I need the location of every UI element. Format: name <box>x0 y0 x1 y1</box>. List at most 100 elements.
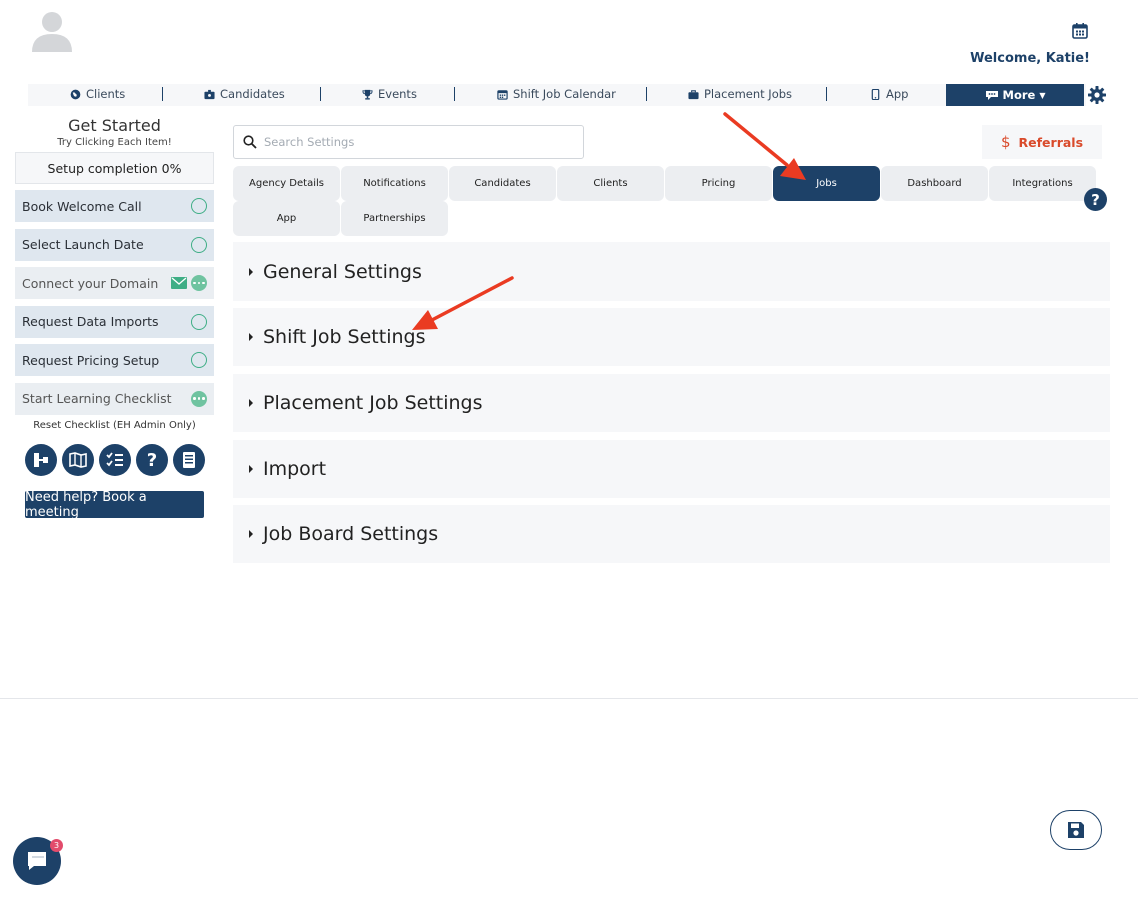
envelope-icon <box>171 277 187 289</box>
checklist-item-label: Request Pricing Setup <box>22 352 160 368</box>
tab-notifications[interactable]: Notifications <box>341 166 448 201</box>
save-button[interactable] <box>1050 810 1102 850</box>
section-title: Job Board Settings <box>263 523 439 545</box>
checklist-book-welcome-call[interactable]: Book Welcome Call <box>15 190 214 222</box>
caret-right-icon <box>249 267 253 276</box>
nav-candidates-label: Candidates <box>220 87 285 101</box>
nav-clients[interactable]: Clients <box>70 87 125 101</box>
document-icon[interactable] <box>173 444 205 476</box>
nav-divider <box>826 87 827 101</box>
checklist-icon[interactable] <box>99 444 131 476</box>
top-nav: Clients Candidates Events Shift Job Cale… <box>28 84 1086 106</box>
dollar-icon: $ <box>1000 133 1011 151</box>
book-meeting-button[interactable]: Need help? Book a meeting <box>25 490 204 520</box>
caret-right-icon <box>249 333 253 341</box>
nav-events[interactable]: Events <box>362 87 417 101</box>
referrals-button[interactable]: $ Referrals <box>982 125 1102 159</box>
section-title: Import <box>263 458 327 480</box>
checklist-start-learning[interactable]: Start Learning Checklist <box>15 382 214 415</box>
nav-divider <box>454 87 455 101</box>
resource-icons: ? <box>25 444 214 476</box>
nav-app-label: App <box>886 87 909 101</box>
setup-progress: Setup completion 0% <box>15 152 214 184</box>
briefcase-icon <box>688 89 699 99</box>
nav-shift-job-calendar[interactable]: Shift Job Calendar <box>497 87 616 101</box>
checklist-item-label: Start Learning Checklist <box>22 391 172 406</box>
incomplete-circle-icon <box>191 313 207 330</box>
search-settings[interactable]: Search Settings <box>233 125 584 159</box>
checklist-item-label: Request Data Imports <box>22 314 159 329</box>
sitemap-icon[interactable] <box>25 444 57 476</box>
sidebar-subtitle: Try Clicking Each Item! <box>57 137 172 148</box>
floppy-disk-icon <box>1068 822 1084 838</box>
get-started-sidebar: Get Started Try Clicking Each Item! Setu… <box>15 116 214 520</box>
caret-right-icon <box>249 530 253 538</box>
tab-agency-details[interactable]: Agency Details <box>233 166 340 201</box>
checklist-request-data-imports[interactable]: Request Data Imports <box>15 305 214 338</box>
question-icon[interactable]: ? <box>136 444 168 476</box>
tab-jobs[interactable]: Jobs <box>773 166 880 201</box>
nav-placement-jobs-label: Placement Jobs <box>704 87 793 101</box>
checklist-connect-domain[interactable]: Connect your Domain <box>15 267 214 299</box>
nav-candidates[interactable]: Candidates <box>204 87 285 101</box>
page-divider <box>0 698 1138 699</box>
caret-right-icon <box>249 399 253 407</box>
search-input[interactable]: Search Settings <box>264 135 354 149</box>
nav-placement-jobs[interactable]: Placement Jobs <box>688 87 792 101</box>
nav-divider <box>320 87 321 101</box>
in-progress-icon <box>191 390 207 407</box>
section-title: Placement Job Settings <box>263 392 483 414</box>
caret-down-icon: ▼ <box>1039 90 1046 100</box>
welcome-text: Welcome, Katie! <box>970 51 1090 66</box>
nav-shift-job-calendar-label: Shift Job Calendar <box>513 87 616 101</box>
tab-clients[interactable]: Clients <box>557 166 664 201</box>
reset-checklist-link[interactable]: Reset Checklist (EH Admin Only) <box>15 420 214 431</box>
nav-events-label: Events <box>378 87 417 101</box>
section-shift-job-settings[interactable]: Shift Job Settings <box>233 308 1110 366</box>
caret-right-icon <box>249 465 253 473</box>
tab-partnerships[interactable]: Partnerships <box>341 201 448 236</box>
sidebar-title: Get Started <box>68 116 161 135</box>
section-placement-job-settings[interactable]: Placement Job Settings <box>233 374 1110 432</box>
comments-icon <box>985 90 998 100</box>
in-progress-icon <box>191 275 207 291</box>
tab-app[interactable]: App <box>233 201 340 236</box>
checklist-select-launch-date[interactable]: Select Launch Date <box>15 228 214 261</box>
section-title: Shift Job Settings <box>263 326 426 348</box>
phone-icon <box>871 88 880 100</box>
tab-dashboard[interactable]: Dashboard <box>881 166 988 201</box>
calendar-icon[interactable] <box>1071 22 1089 40</box>
checklist-item-label: Select Launch Date <box>22 237 144 252</box>
globe-icon <box>70 89 81 99</box>
nav-divider <box>162 87 163 101</box>
checklist-item-label: Connect your Domain <box>22 275 159 291</box>
section-import[interactable]: Import <box>233 440 1110 498</box>
gear-icon[interactable] <box>1087 85 1107 105</box>
search-icon <box>243 135 257 149</box>
checklist-request-pricing-setup[interactable]: Request Pricing Setup <box>15 344 214 376</box>
section-general-settings[interactable]: General Settings <box>233 242 1110 301</box>
id-badge-icon <box>204 89 215 99</box>
book-map-icon[interactable] <box>62 444 94 476</box>
incomplete-circle-icon <box>191 236 207 253</box>
calendar-icon <box>497 89 508 100</box>
more-label: More <box>1002 88 1036 102</box>
incomplete-circle-icon <box>191 352 207 368</box>
referrals-label: Referrals <box>1018 134 1084 150</box>
chat-bubble-icon <box>28 852 46 870</box>
nav-app[interactable]: App <box>870 87 908 101</box>
section-job-board-settings[interactable]: Job Board Settings <box>233 505 1110 563</box>
chat-unread-badge: 3 <box>50 839 63 852</box>
tab-integrations[interactable]: Integrations <box>989 166 1096 201</box>
more-button[interactable]: More ▼ <box>946 84 1084 106</box>
incomplete-circle-icon <box>191 198 207 214</box>
section-title: General Settings <box>263 260 422 283</box>
tab-candidates[interactable]: Candidates <box>449 166 556 201</box>
nav-clients-label: Clients <box>86 87 126 101</box>
user-avatar[interactable] <box>30 6 74 54</box>
help-question-icon[interactable]: ? <box>1084 188 1107 211</box>
trophy-icon <box>362 89 373 100</box>
tab-pricing[interactable]: Pricing <box>665 166 772 201</box>
nav-divider <box>646 87 647 101</box>
checklist-item-label: Book Welcome Call <box>22 198 142 214</box>
